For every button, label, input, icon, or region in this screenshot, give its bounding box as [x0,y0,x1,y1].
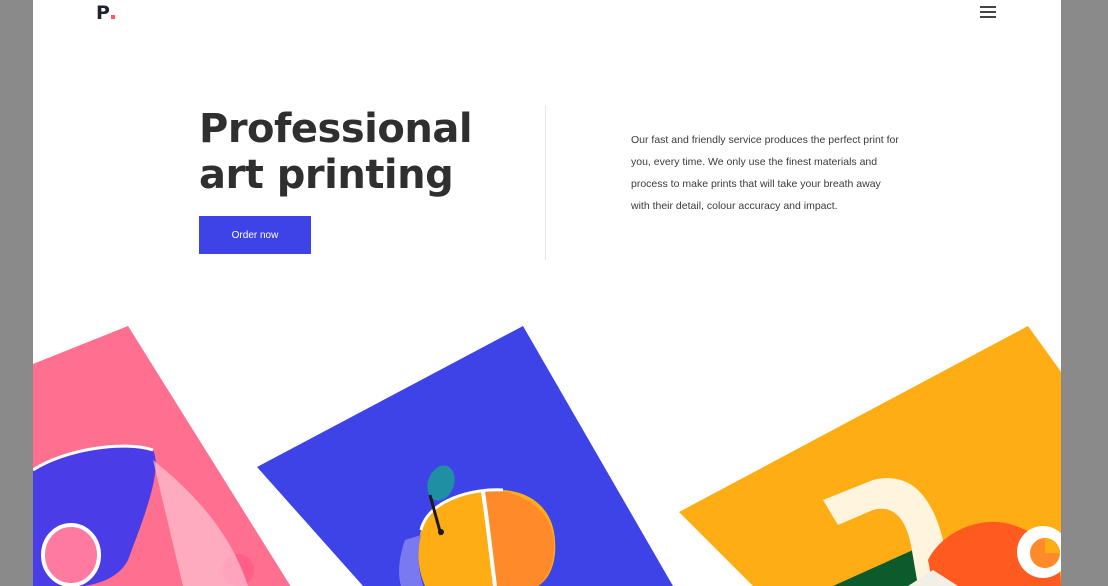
hero-title-line-1: Professional [199,106,473,152]
hamburger-icon [980,6,996,8]
logo-dot [110,15,115,19]
pink-print [33,326,291,586]
page: P Professional art printing Order now Ou… [33,0,1061,586]
hero-title-line-2: art printing [199,152,454,198]
menu-button[interactable] [980,6,996,20]
blue-print [257,326,673,586]
art-prints-illustration [33,326,1061,586]
logo-letter: P [96,2,110,24]
hero-title: Professional art printing [199,106,473,198]
hero-description: Our fast and friendly service produces t… [631,134,899,212]
brand-logo[interactable]: P [96,2,115,24]
yellow-print [679,326,1061,586]
order-now-button[interactable]: Order now [199,216,311,254]
hamburger-icon-line [980,16,996,18]
vertical-divider [545,105,546,260]
hamburger-icon-line [980,11,996,13]
